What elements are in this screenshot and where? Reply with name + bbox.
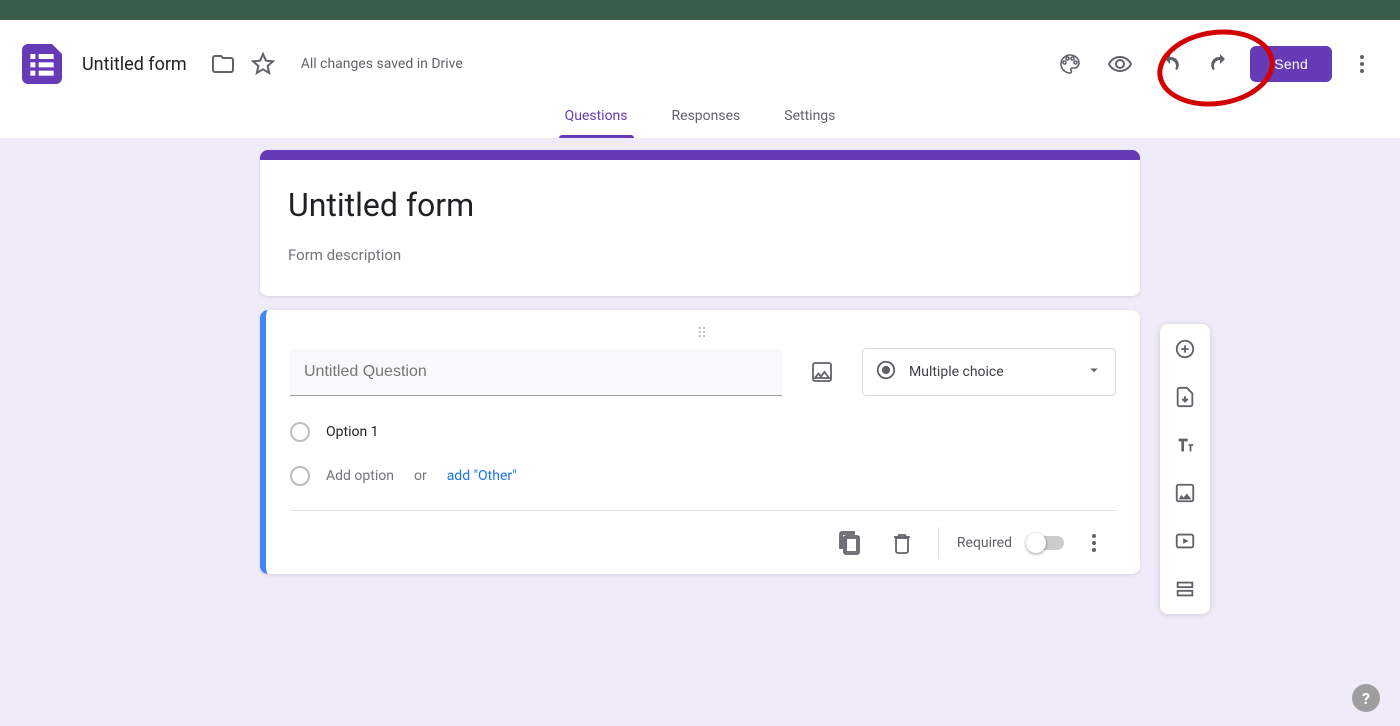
question-more-icon[interactable] — [1072, 521, 1116, 565]
form-column: Untitled form Form description ⠿ Multipl… — [260, 150, 1140, 726]
question-footer: Required — [290, 510, 1116, 574]
header-top-row: Untitled form All changes saved in Drive… — [0, 20, 1400, 88]
form-title-text[interactable]: Untitled form — [288, 186, 1112, 224]
tab-questions[interactable]: Questions — [559, 108, 634, 138]
radio-empty-icon — [290, 466, 310, 486]
more-menu-icon[interactable] — [1342, 44, 1382, 84]
drag-handle-icon[interactable]: ⠿ — [290, 326, 1116, 346]
form-title-card[interactable]: Untitled form Form description — [260, 150, 1140, 296]
duplicate-icon[interactable] — [828, 521, 872, 565]
question-title-input[interactable] — [290, 349, 782, 396]
add-title-icon[interactable] — [1166, 428, 1204, 462]
undo-icon[interactable] — [1150, 44, 1190, 84]
divider — [938, 527, 939, 559]
question-header-row: Multiple choice — [290, 348, 1116, 396]
add-question-icon[interactable] — [1166, 332, 1204, 366]
add-option-button[interactable]: Add option — [326, 468, 394, 484]
question-type-label: Multiple choice — [909, 364, 1073, 380]
header-actions: Send — [1050, 44, 1382, 84]
required-label: Required — [957, 535, 1012, 551]
app-header: Untitled form All changes saved in Drive… — [0, 20, 1400, 138]
help-icon[interactable]: ? — [1352, 684, 1380, 712]
caret-down-icon — [1085, 361, 1103, 383]
move-to-folder-icon[interactable] — [203, 44, 243, 84]
tab-responses[interactable]: Responses — [666, 108, 747, 138]
tab-settings[interactable]: Settings — [778, 108, 841, 138]
add-image-icon[interactable] — [1166, 476, 1204, 510]
tab-bar: Questions Responses Settings — [0, 88, 1400, 138]
question-options: Option 1 Add option or add "Other" — [290, 422, 1116, 486]
add-other-button[interactable]: add "Other" — [447, 468, 517, 484]
star-icon[interactable] — [243, 44, 283, 84]
radio-checked-icon — [875, 359, 897, 385]
add-option-row: Add option or add "Other" — [290, 466, 1116, 486]
option-text[interactable]: Option 1 — [326, 424, 379, 440]
redo-icon[interactable] — [1200, 44, 1240, 84]
import-questions-icon[interactable] — [1166, 380, 1204, 414]
radio-empty-icon — [290, 422, 310, 442]
preview-icon[interactable] — [1100, 44, 1140, 84]
add-section-icon[interactable] — [1166, 572, 1204, 606]
or-text: or — [414, 468, 427, 484]
question-type-select[interactable]: Multiple choice — [862, 348, 1116, 396]
option-row[interactable]: Option 1 — [290, 422, 1116, 442]
send-button[interactable]: Send — [1250, 46, 1332, 82]
form-description-placeholder[interactable]: Form description — [288, 246, 1112, 264]
customize-theme-icon[interactable] — [1050, 44, 1090, 84]
form-title-input[interactable]: Untitled form — [82, 54, 187, 75]
add-video-icon[interactable] — [1166, 524, 1204, 558]
browser-chrome-bar — [0, 0, 1400, 20]
save-status-text: All changes saved in Drive — [301, 56, 463, 72]
required-toggle[interactable] — [1028, 536, 1064, 550]
add-image-to-question-icon[interactable] — [800, 350, 844, 394]
question-card[interactable]: ⠿ Multiple choice Option 1 — [260, 310, 1140, 574]
forms-logo-icon[interactable] — [22, 44, 62, 84]
floating-toolbar — [1160, 324, 1210, 614]
delete-icon[interactable] — [880, 521, 924, 565]
